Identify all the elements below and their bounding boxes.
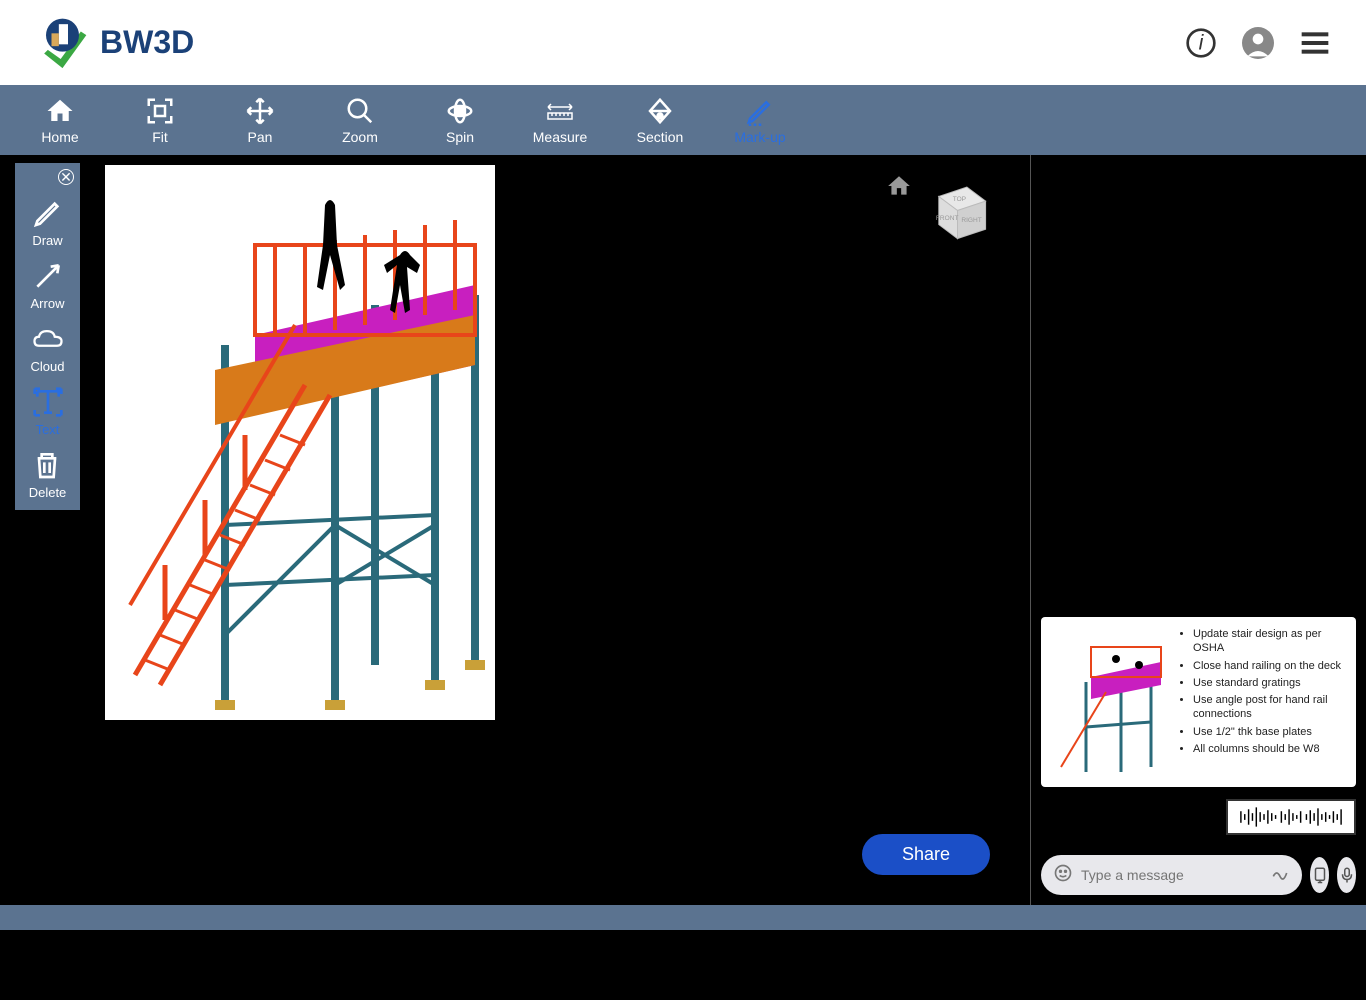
markup-delete[interactable]: Delete bbox=[29, 447, 67, 500]
chat-input-row bbox=[1031, 845, 1366, 905]
model-snapshot bbox=[105, 165, 495, 720]
viewcube[interactable]: TOP FRONT RIGHT bbox=[920, 173, 995, 248]
footer-bar bbox=[0, 905, 1366, 930]
viewcube-front-label: FRONT bbox=[936, 215, 959, 222]
brand-text: BW3D bbox=[100, 24, 194, 61]
scribble-icon[interactable] bbox=[1270, 863, 1290, 888]
tool-measure[interactable]: Measure bbox=[530, 95, 590, 145]
markup-cloud[interactable]: Cloud bbox=[30, 321, 66, 374]
chat-note-item: Close hand railing on the deck bbox=[1193, 659, 1346, 673]
chat-note-item: Use angle post for hand rail connections bbox=[1193, 693, 1346, 722]
text-icon bbox=[30, 384, 66, 420]
measure-icon bbox=[544, 95, 576, 127]
logo-badge bbox=[35, 15, 90, 70]
tool-pan[interactable]: Pan bbox=[230, 95, 290, 145]
chat-message-card: Update stair design as per OSHA Close ha… bbox=[1041, 617, 1356, 787]
chat-note-item: Use 1/2" thk base plates bbox=[1193, 725, 1346, 739]
pan-icon bbox=[244, 95, 276, 127]
fit-icon bbox=[144, 95, 176, 127]
cloud-icon bbox=[30, 321, 66, 357]
viewcube-right-label: RIGHT bbox=[961, 217, 981, 224]
trash-icon bbox=[29, 447, 65, 483]
info-icon[interactable]: i bbox=[1185, 27, 1217, 59]
svg-text:i: i bbox=[1199, 30, 1205, 54]
hamburger-icon[interactable] bbox=[1299, 27, 1331, 59]
chat-notes: Update stair design as per OSHA Close ha… bbox=[1179, 627, 1346, 777]
zoom-icon bbox=[344, 95, 376, 127]
markup-draw[interactable]: Draw bbox=[30, 195, 66, 248]
home-icon bbox=[44, 95, 76, 127]
tool-fit[interactable]: Fit bbox=[130, 95, 190, 145]
viewcube-top-label: TOP bbox=[953, 196, 967, 203]
logo-area: BW3D bbox=[35, 15, 194, 70]
workspace: ✕ Draw Arrow Cloud Text Delete bbox=[0, 155, 1366, 905]
main-toolbar: Home Fit Pan Zoom Spin Measure Section M… bbox=[0, 85, 1366, 155]
app-header: BW3D i bbox=[0, 0, 1366, 85]
chat-note-item: All columns should be W8 bbox=[1193, 742, 1346, 756]
arrow-icon bbox=[30, 258, 66, 294]
tool-section[interactable]: Section bbox=[630, 95, 690, 145]
spin-icon bbox=[444, 95, 476, 127]
emoji-icon[interactable] bbox=[1053, 863, 1073, 888]
markup-arrow[interactable]: Arrow bbox=[30, 258, 66, 311]
attach-file-button[interactable] bbox=[1310, 857, 1329, 893]
mic-button[interactable] bbox=[1337, 857, 1356, 893]
chat-note-item: Use standard gratings bbox=[1193, 676, 1346, 690]
tool-zoom[interactable]: Zoom bbox=[330, 95, 390, 145]
close-icon[interactable]: ✕ bbox=[58, 169, 74, 185]
viewport-3d[interactable]: ✕ Draw Arrow Cloud Text Delete bbox=[0, 155, 1031, 905]
pencil-icon bbox=[30, 195, 66, 231]
tool-markup[interactable]: Mark-up bbox=[730, 95, 790, 145]
chat-body: Update stair design as per OSHA Close ha… bbox=[1031, 155, 1366, 845]
audio-message[interactable] bbox=[1226, 799, 1356, 835]
markup-toolbar: ✕ Draw Arrow Cloud Text Delete bbox=[15, 163, 80, 510]
viewcube-area: TOP FRONT RIGHT bbox=[886, 173, 995, 248]
chat-input-pill bbox=[1041, 855, 1302, 895]
section-icon bbox=[644, 95, 676, 127]
header-icons: i bbox=[1185, 27, 1331, 59]
user-icon[interactable] bbox=[1242, 27, 1274, 59]
chat-input[interactable] bbox=[1081, 867, 1262, 883]
chat-note-item: Update stair design as per OSHA bbox=[1193, 627, 1346, 656]
tool-home[interactable]: Home bbox=[30, 95, 90, 145]
markup-text[interactable]: Text bbox=[30, 384, 66, 437]
viewcube-home-icon[interactable] bbox=[886, 173, 912, 204]
chat-thumbnail bbox=[1051, 627, 1171, 777]
share-button[interactable]: Share bbox=[862, 834, 990, 875]
chat-panel: Update stair design as per OSHA Close ha… bbox=[1031, 155, 1366, 905]
markup-icon bbox=[744, 95, 776, 127]
tool-spin[interactable]: Spin bbox=[430, 95, 490, 145]
